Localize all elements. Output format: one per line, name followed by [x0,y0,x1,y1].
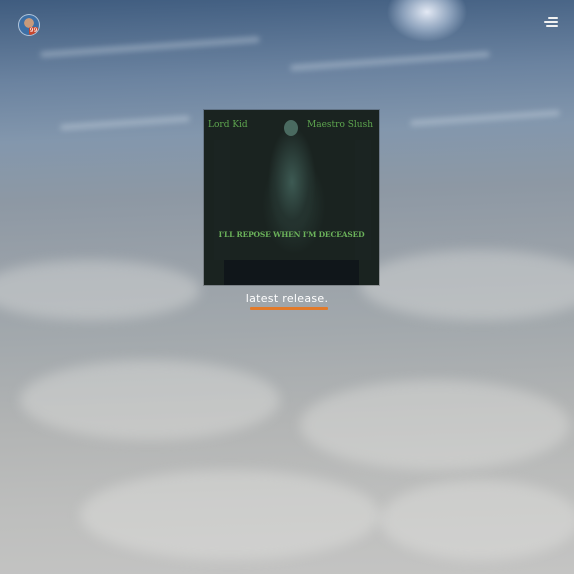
caption-underline [250,307,328,310]
album-artist-left: Lord Kid [208,120,248,130]
album-artist-right: Maestro Slush [307,120,373,130]
cloud-streak [40,36,260,58]
cover-pillar [355,140,371,260]
avatar-badge: 99 [29,27,38,35]
cloud-streak [290,51,490,71]
cloud [0,260,200,320]
cover-base [224,260,359,285]
menu-line [548,17,558,19]
cloud [300,380,570,470]
cover-pillar [214,140,230,260]
album-title: I'LL REPOSE WHEN I'M DECEASED [218,230,365,239]
cloud [20,360,280,440]
cloud [360,250,574,320]
cloud-streak [409,109,561,127]
hamburger-menu-icon[interactable] [542,16,558,28]
sky-background [0,0,574,574]
latest-release-link[interactable]: latest release. [0,292,574,305]
cover-statue [262,122,322,242]
avatar[interactable]: 99 [18,14,40,36]
cloud [80,470,380,560]
cloud [380,480,574,560]
album-cover[interactable]: Lord Kid Maestro Slush I'LL REPOSE WHEN … [204,110,379,285]
menu-line [546,25,558,27]
cover-statue-head [284,120,298,136]
cloud-streak [59,115,191,131]
menu-line [544,21,558,23]
